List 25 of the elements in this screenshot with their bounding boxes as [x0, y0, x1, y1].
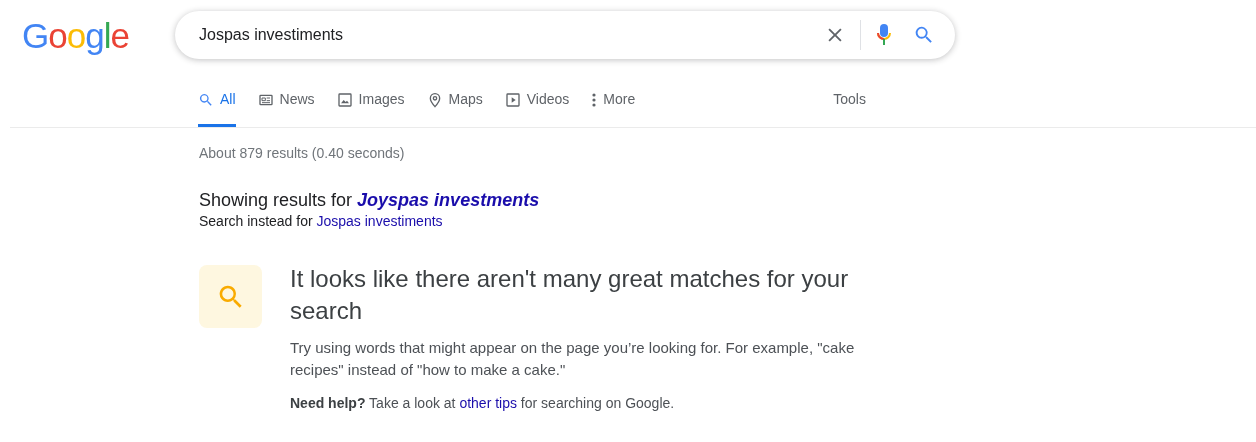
search-instead-text: Search instead for Jospas investiments [199, 212, 444, 231]
search-tab[interactable]: Maps [426, 87, 483, 127]
search-tab[interactable]: More [591, 87, 636, 127]
corrected-query-link[interactable]: Joyspas investments [357, 190, 540, 210]
google-logo[interactable]: Google [22, 17, 129, 53]
search-tab[interactable]: All [198, 87, 236, 127]
search-icon[interactable] [913, 24, 935, 46]
original-query-link[interactable]: Jospas investiments [316, 213, 443, 229]
close-icon[interactable] [826, 26, 844, 44]
microphone-icon[interactable] [877, 23, 891, 47]
no-matches-heading: It looks like there aren't many great matches for your search [290, 264, 850, 326]
search-tab[interactable]: Images [336, 87, 405, 127]
tools-button[interactable]: Tools [833, 87, 866, 127]
help-text: Need help? Take a look at other tips for searching on Google. [290, 394, 676, 413]
other-tips-link[interactable]: other tips [459, 395, 517, 411]
search-icon [198, 91, 214, 108]
result-stats: About 879 results (0.40 seconds) [199, 144, 406, 163]
more-dots-icon [591, 91, 598, 108]
tip-text: Try using words that might appear on the page you’re looking for. For example, "cake recipes" instead of "how to make a cake." [290, 338, 856, 380]
image-icon [336, 91, 353, 108]
search-input[interactable]: Jospas investiments [199, 23, 826, 47]
search-tab[interactable]: Videos [504, 87, 570, 127]
showing-results-text: Showing results for Joyspas investments [199, 189, 541, 211]
play-icon [504, 91, 521, 108]
search-tab[interactable]: News [257, 87, 315, 127]
